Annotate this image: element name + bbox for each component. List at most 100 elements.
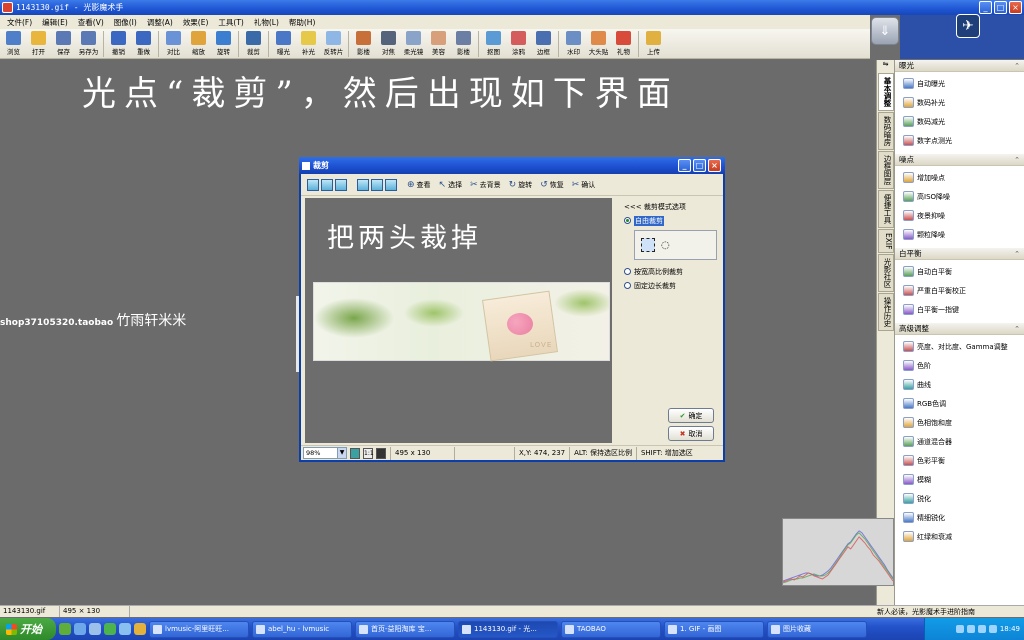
- panel-section-header[interactable]: 高级调整: [895, 323, 1024, 335]
- crop-toolbar-button-3[interactable]: ↻ 旋转: [509, 180, 533, 190]
- crop-toolbar-button-0[interactable]: ⊕ 查看: [407, 180, 431, 190]
- download-button[interactable]: ⇓: [871, 17, 899, 45]
- taskbar-task-1[interactable]: abel_hu - lvmusic: [252, 620, 352, 638]
- panel-item[interactable]: 自动白平衡: [895, 262, 1024, 281]
- toolbar-button-8[interactable]: 旋转: [211, 29, 236, 56]
- crop-middle-icon[interactable]: [321, 178, 333, 191]
- minimize-button[interactable]: _: [979, 1, 992, 14]
- crop-preview-image[interactable]: LOVE: [313, 282, 610, 362]
- panel-item[interactable]: 增加噪点: [895, 168, 1024, 187]
- option-fixed-size-crop[interactable]: 固定边长裁剪: [624, 280, 723, 291]
- toolbar-button-10[interactable]: 曝光: [271, 29, 296, 56]
- quicklaunch-desktop-icon[interactable]: [89, 623, 101, 635]
- panel-tab-4[interactable]: EXIF: [878, 229, 894, 254]
- maximize-button[interactable]: □: [994, 1, 1007, 14]
- ok-button[interactable]: ✔ 确定: [668, 408, 714, 423]
- taskbar-task-6[interactable]: 图片收藏: [767, 620, 867, 638]
- panel-item[interactable]: 模糊: [895, 470, 1024, 489]
- rectangle-select-icon[interactable]: [641, 238, 655, 252]
- panel-tab-0[interactable]: 基本调整: [878, 73, 894, 111]
- close-button[interactable]: ×: [1009, 1, 1022, 14]
- panel-tab-5[interactable]: 光影社区: [878, 254, 894, 293]
- panel-item[interactable]: 夜景抑噪: [895, 206, 1024, 225]
- crop-toolbar-button-1[interactable]: ↖ 选择: [439, 180, 463, 190]
- fit-window-icon[interactable]: [350, 447, 360, 459]
- start-button[interactable]: 开始: [0, 618, 56, 640]
- toolbar-button-9[interactable]: 裁剪: [241, 29, 266, 56]
- panel-item[interactable]: 白平衡一指键: [895, 300, 1024, 319]
- menu-item-8[interactable]: 帮助(H): [284, 17, 321, 28]
- zoom-select[interactable]: 98% ▼: [303, 447, 347, 459]
- actual-size-button[interactable]: 1:1: [363, 447, 374, 459]
- crop-right-half-icon[interactable]: [385, 178, 397, 191]
- toolbar-button-14[interactable]: 对焦: [376, 29, 401, 56]
- toolbar-button-15[interactable]: 柔光镜: [401, 29, 426, 56]
- cancel-button[interactable]: ✖ 取消: [668, 426, 714, 441]
- panel-item[interactable]: 红绿和衰减: [895, 527, 1024, 546]
- toolbar-button-2[interactable]: 保存: [51, 29, 76, 56]
- crop-preview-canvas[interactable]: 把两头裁掉 LOVE: [305, 198, 612, 443]
- taskbar-task-3[interactable]: 1143130.gif - 光...: [458, 620, 558, 638]
- crop-bottom-half-icon[interactable]: [335, 178, 347, 191]
- panel-item[interactable]: 高ISO降噪: [895, 187, 1024, 206]
- crop-left-half-icon[interactable]: [357, 178, 369, 191]
- quicklaunch-ie-icon[interactable]: [74, 623, 86, 635]
- panel-item[interactable]: 自动曝光: [895, 74, 1024, 93]
- panel-section-header[interactable]: 噪点: [895, 154, 1024, 166]
- info-icon[interactable]: [376, 447, 386, 459]
- toolbar-button-6[interactable]: 对比: [161, 29, 186, 56]
- option-free-crop[interactable]: 自由裁剪: [624, 215, 723, 226]
- brand-logo[interactable]: ✈: [956, 14, 980, 38]
- toolbar-button-0[interactable]: 浏览: [1, 29, 26, 56]
- tray-network-icon[interactable]: [955, 625, 964, 633]
- dialog-close-button[interactable]: ×: [708, 159, 721, 172]
- panel-item[interactable]: 数字点测光: [895, 131, 1024, 150]
- lasso-select-icon[interactable]: ◌: [661, 240, 670, 251]
- crop-toolbar-button-5[interactable]: ✂ 确认: [572, 180, 596, 190]
- menu-item-5[interactable]: 效果(E): [178, 17, 214, 28]
- crop-top-half-icon[interactable]: [307, 178, 319, 191]
- toolbar-button-23[interactable]: 礼物: [611, 29, 636, 56]
- panel-tab-3[interactable]: 便捷工具: [878, 190, 894, 228]
- panel-item[interactable]: 色阶: [895, 356, 1024, 375]
- taskbar-task-0[interactable]: lvmusic-阿里旺旺...: [149, 620, 249, 638]
- tray-im-icon[interactable]: [988, 625, 997, 633]
- menu-item-0[interactable]: 文件(F): [2, 17, 37, 28]
- menu-item-2[interactable]: 查看(V): [73, 17, 109, 28]
- menu-item-6[interactable]: 工具(T): [213, 17, 248, 28]
- panel-tab-2[interactable]: 边框图层: [878, 151, 894, 189]
- panel-item[interactable]: 精细锐化: [895, 508, 1024, 527]
- panel-section-header[interactable]: 白平衡: [895, 248, 1024, 260]
- toolbar-button-22[interactable]: 大头贴: [586, 29, 611, 56]
- crop-dialog-title-bar[interactable]: 裁剪 _ □ ×: [299, 157, 725, 174]
- toolbar-button-1[interactable]: 打开: [26, 29, 51, 56]
- crop-toolbar-button-4[interactable]: ↺ 恢复: [540, 180, 564, 190]
- panel-item[interactable]: 色相饱和度: [895, 413, 1024, 432]
- taskbar-task-4[interactable]: TAOBAO: [561, 620, 661, 638]
- toolbar-button-7[interactable]: 缩放: [186, 29, 211, 56]
- crop-toolbar-button-2[interactable]: ✂ 去背景: [470, 180, 501, 190]
- toolbar-button-17[interactable]: 影楼: [451, 29, 476, 56]
- toolbar-button-4[interactable]: 撤销: [106, 29, 131, 56]
- toolbar-button-11[interactable]: 补光: [296, 29, 321, 56]
- tray-clock[interactable]: 18:49: [1000, 625, 1020, 633]
- panel-item[interactable]: 颗粒降噪: [895, 225, 1024, 244]
- taskbar-task-2[interactable]: 首页-益阳淘库 宝...: [355, 620, 455, 638]
- panel-item[interactable]: 亮度、对比度、Gamma调整: [895, 337, 1024, 356]
- toolbar-button-21[interactable]: 水印: [561, 29, 586, 56]
- panel-status-link[interactable]: 新人必读，光影魔术手进阶指南: [874, 605, 1024, 617]
- toolbar-button-12[interactable]: 反转片: [321, 29, 346, 56]
- quicklaunch-browser-icon[interactable]: [119, 623, 131, 635]
- toolbar-button-3[interactable]: 另存为: [76, 29, 101, 56]
- taskbar-task-5[interactable]: 1. GIF - 画图: [664, 620, 764, 638]
- dialog-maximize-button[interactable]: □: [693, 159, 706, 172]
- crop-mode-header[interactable]: <<< 裁剪模式选项: [624, 202, 723, 212]
- panel-item[interactable]: 严重白平衡校正: [895, 281, 1024, 300]
- panel-item[interactable]: 曲线: [895, 375, 1024, 394]
- quicklaunch-green-icon[interactable]: [59, 623, 71, 635]
- panel-item[interactable]: 锐化: [895, 489, 1024, 508]
- toolbar-button-20[interactable]: 边框: [531, 29, 556, 56]
- toolbar-button-24[interactable]: 上传: [641, 29, 666, 56]
- toolbar-button-19[interactable]: 涂鸦: [506, 29, 531, 56]
- toolbar-button-13[interactable]: 影楼: [351, 29, 376, 56]
